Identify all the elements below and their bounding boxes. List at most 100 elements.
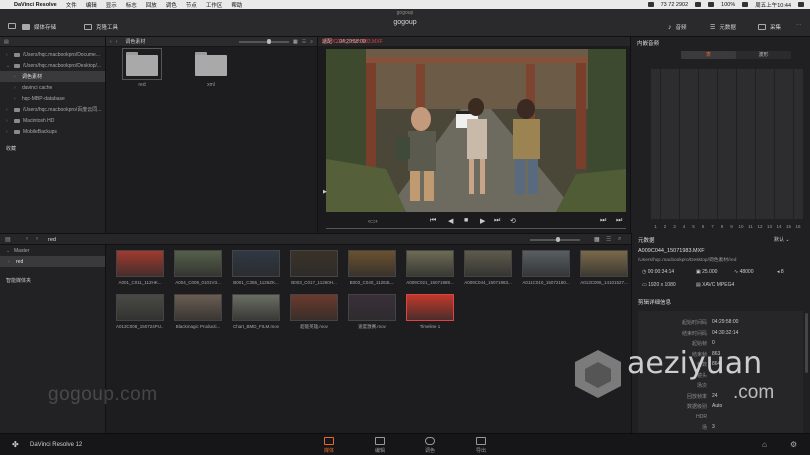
clip-thumbnail[interactable]: A013C008_150724PU... xyxy=(116,294,164,329)
search-icon[interactable]: ⌕ xyxy=(310,39,313,45)
media-storage-button[interactable]: 媒体存储 xyxy=(22,23,56,31)
back-icon[interactable]: ‹ xyxy=(26,236,28,242)
video-frame[interactable] xyxy=(326,49,626,212)
list-view-icon[interactable]: ☰ xyxy=(302,39,306,45)
metadata-key: 场 xyxy=(701,425,707,431)
play-button[interactable]: ▶ xyxy=(480,217,485,225)
stop-button[interactable]: ■ xyxy=(464,217,468,224)
menu-view[interactable]: 显示 xyxy=(106,1,117,9)
audio-panel: 内嵌音频 表 波形 1 2 3 4 5 6 7 8 9 10 11 12 13 14 15 16 xyxy=(631,37,810,233)
clip-thumbnail[interactable]: A011C010_15072180... xyxy=(522,250,570,285)
menu-help[interactable]: 帮助 xyxy=(231,1,242,9)
menu-playback[interactable]: 回放 xyxy=(146,1,157,9)
audio-meter-label: 5 xyxy=(692,224,695,229)
grid-view-icon[interactable]: ▦ xyxy=(293,39,298,45)
clip-name: A011C010_15072180... xyxy=(522,280,570,285)
audio-meter-channel xyxy=(689,69,698,219)
prev-clip-button[interactable]: ⏭ xyxy=(600,217,606,225)
scrub-bar[interactable] xyxy=(326,228,626,229)
clip-thumbnail[interactable]: A004_C009_0101V3... xyxy=(174,250,222,285)
clip-thumbnail[interactable]: 速度激赛.mov xyxy=(348,294,396,330)
menu-workspace[interactable]: 工作区 xyxy=(206,1,223,9)
timeline-item[interactable]: Timeline 1 xyxy=(406,294,454,329)
battery-icon[interactable] xyxy=(742,2,749,7)
metadata-button[interactable]: ☰ 元数据 xyxy=(710,23,736,32)
slider-knob[interactable] xyxy=(556,237,560,242)
grid-view-icon[interactable]: ▦ xyxy=(594,236,600,243)
metadata-value[interactable]: 04:29:58:00 xyxy=(712,319,738,325)
clip-thumbnail[interactable]: Blackmagic Producti... xyxy=(174,294,222,329)
metadata-value[interactable]: 3 xyxy=(712,424,715,430)
tree-item-macintosh-hd[interactable]: › Macintosh HD xyxy=(0,115,105,126)
clip-thumbnail[interactable]: A001_C011_112HK... xyxy=(116,250,164,285)
back-icon[interactable]: ‹ xyxy=(110,39,112,45)
spotlight-icon[interactable] xyxy=(798,2,804,7)
jump-start-button[interactable]: ⏮ xyxy=(430,217,436,225)
clip-thumbnail[interactable]: A009C044_15071983... xyxy=(464,250,512,285)
clip-thumbnail[interactable]: B003_C040_11263L... xyxy=(348,250,396,285)
clip-thumbnail[interactable]: A009C021_15071989... xyxy=(406,250,454,285)
tab-deliver[interactable]: 导出 xyxy=(466,437,496,454)
bin-master[interactable]: ⌄ Master xyxy=(0,245,105,256)
bin-list-icon[interactable]: ▤ xyxy=(5,236,11,243)
metadata-value[interactable]: 04:30:32:14 xyxy=(712,330,738,336)
menu-color[interactable]: 调色 xyxy=(166,1,177,9)
play-reverse-button[interactable]: ◀ xyxy=(448,217,453,225)
list-view-icon[interactable]: ▤ xyxy=(4,39,9,45)
folder-xml[interactable]: xml xyxy=(191,52,231,88)
metadata-sort-dropdown[interactable]: 默认 ⌄ xyxy=(774,236,790,243)
metadata-key: 结束时间码 xyxy=(681,330,707,337)
forward-icon[interactable]: › xyxy=(116,39,118,45)
home-icon[interactable]: ⌂ xyxy=(762,440,767,449)
folder-red[interactable]: red xyxy=(122,48,162,88)
zoom-slider[interactable] xyxy=(238,38,289,44)
search-icon[interactable]: ⌕ xyxy=(618,236,621,243)
volume-icon[interactable] xyxy=(708,2,715,7)
clone-tool-button[interactable]: 克隆工具 xyxy=(84,23,118,31)
zoom-slider-knob[interactable] xyxy=(266,38,271,44)
metadata-scrollbar[interactable] xyxy=(805,313,808,373)
clip-thumbnail[interactable]: B003_C017_11260H... xyxy=(290,250,338,285)
tab-media[interactable]: 媒体 xyxy=(314,434,344,454)
tree-item-davinci-cache[interactable]: › davinci cache xyxy=(0,82,105,93)
list-view-icon[interactable]: ☰ xyxy=(606,236,611,243)
tab-edit[interactable]: 编辑 xyxy=(365,437,395,454)
menu-nodes[interactable]: 节点 xyxy=(186,1,197,9)
menu-mark[interactable]: 标志 xyxy=(126,1,137,9)
tab-color[interactable]: 调色 xyxy=(415,437,445,454)
thumbnail-size-slider[interactable] xyxy=(530,237,580,242)
menu-edit[interactable]: 编辑 xyxy=(86,1,97,9)
bin-label: Master xyxy=(14,247,30,254)
wifi-icon[interactable] xyxy=(695,2,702,7)
tree-item-database[interactable]: › hqc-MBP-database xyxy=(0,93,105,104)
tree-item-mobilebackups[interactable]: › MobileBackups xyxy=(0,126,105,137)
tree-item-desktop[interactable]: ⌄ /Users/hqc.macbookpro/Desktop/... xyxy=(0,60,105,71)
clip-thumbnail-image xyxy=(290,250,338,277)
capture-button[interactable]: 采集 xyxy=(758,23,781,31)
clip-in-out-icon[interactable]: ‹▭› xyxy=(368,218,378,225)
menu-app-name[interactable]: DaVinci Resolve xyxy=(14,2,57,8)
clip-thumbnail[interactable]: A013C006_14101527... xyxy=(580,250,628,285)
clip-thumbnail[interactable]: Chart_BMD_FILM.mov xyxy=(232,294,280,329)
next-clip-button[interactable]: ⏭ xyxy=(616,217,622,225)
menubar-clock[interactable]: 周五上午10:44 xyxy=(755,1,791,9)
loop-button[interactable]: ⟲ xyxy=(510,217,516,225)
metadata-detail-row: 起始时间码 04:29:58:00 xyxy=(642,319,802,329)
clip-thumbnail[interactable]: B001_C355_1126ZK... xyxy=(232,250,280,285)
audio-button[interactable]: ♪ 音频 xyxy=(668,23,687,32)
tree-item-baidu[interactable]: › /Users/hqc.macbookpro/百度云同... xyxy=(0,104,105,115)
forward-icon[interactable]: › xyxy=(36,236,38,242)
sidebar-toggle-button[interactable] xyxy=(8,23,16,29)
tab-meters[interactable]: 表 xyxy=(681,51,736,59)
status-app-icon[interactable] xyxy=(647,2,654,7)
menu-file[interactable]: 文件 xyxy=(66,1,77,9)
clip-thumbnail[interactable]: 超能英雄.mov xyxy=(290,294,338,330)
tree-item-documents[interactable]: › /Users/hqc.macbookpro/Docume... xyxy=(0,49,105,60)
more-options-button[interactable]: ⋯ xyxy=(796,23,802,29)
tree-item-grading-media[interactable]: › 调色素材 xyxy=(0,71,105,82)
bin-red[interactable]: › red xyxy=(0,256,105,267)
jump-end-button[interactable]: ⏭ xyxy=(494,217,500,225)
tab-waveform[interactable]: 波形 xyxy=(736,51,791,59)
settings-gear-icon[interactable]: ⚙ xyxy=(790,440,797,449)
clip-name: 超能英雄.mov xyxy=(300,324,328,329)
